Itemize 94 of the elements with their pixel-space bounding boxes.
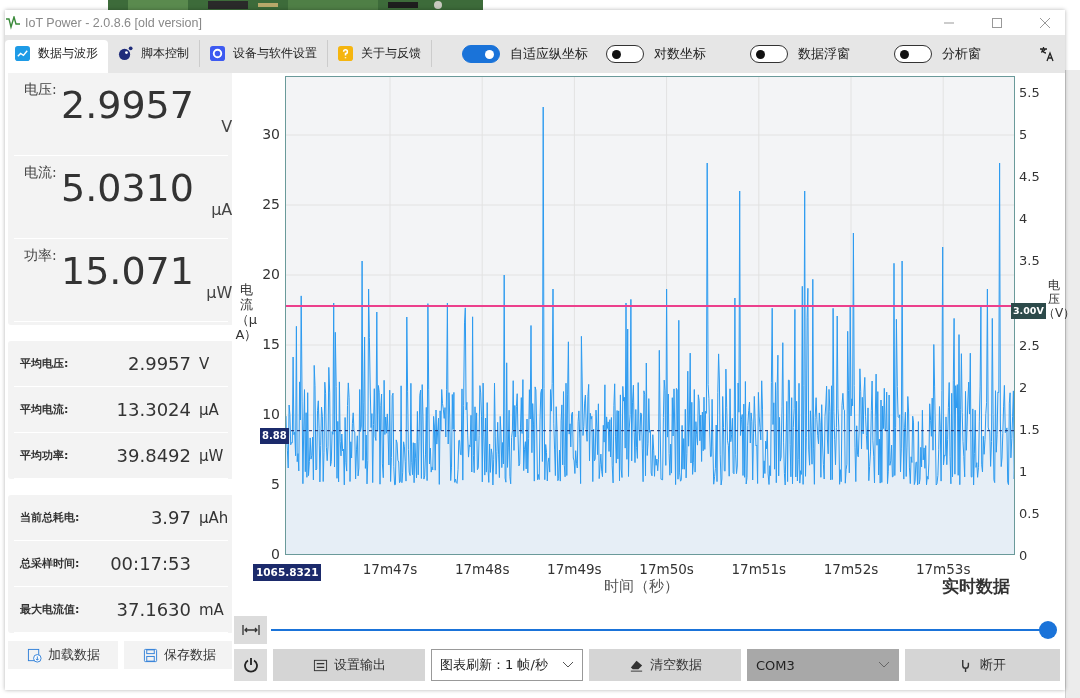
save-icon: [142, 647, 158, 663]
download-icon: [26, 647, 42, 663]
tab[interactable]: 关于与反馈: [328, 40, 432, 67]
toggle-label: 数据浮窗: [798, 45, 850, 63]
y-tick-label: 0: [1019, 548, 1028, 564]
moon-icon: [118, 46, 133, 61]
reading-unit: V: [221, 117, 233, 136]
y-tick-label: 25: [261, 196, 280, 212]
toggle-switch[interactable]: [462, 45, 500, 63]
stat-unit: V: [199, 354, 210, 373]
save-data-button[interactable]: 保存数据: [124, 641, 235, 669]
toggle-label: 对数坐标: [654, 45, 706, 63]
fit-width-icon: [241, 624, 260, 636]
stat-label: 平均电压:: [19, 356, 70, 371]
y-tick-label: 20: [261, 266, 280, 282]
stat-label: 最大电流值:: [19, 602, 81, 617]
y-tick-label: 30: [261, 126, 280, 142]
value-marker: 3.00V: [1011, 303, 1046, 319]
toolbar-button[interactable]: 清空数据: [589, 649, 741, 681]
caret-icon: [878, 661, 890, 669]
stat-unit: μW: [199, 446, 224, 465]
maximize-icon[interactable]: [991, 16, 1003, 29]
reading-value: 15.071: [61, 249, 194, 293]
value-marker: 8.88: [260, 427, 289, 444]
y-tick-label: 10: [261, 406, 280, 422]
refresh-dropdown[interactable]: 图表刷新：1 帧/秒: [431, 649, 583, 681]
reading-value: 5.0310: [61, 166, 194, 210]
help-icon: [338, 46, 353, 61]
x-tick-label: 17m48s: [453, 561, 511, 577]
fit-button[interactable]: [234, 616, 267, 644]
gear-icon: [210, 46, 225, 61]
load-data-button[interactable]: 加载数据: [8, 641, 119, 669]
x-tick-label: 17m47s: [361, 561, 419, 577]
y-tick-label: 5: [1019, 127, 1028, 143]
reading-value: 2.9957: [61, 83, 194, 127]
tab[interactable]: 数据与波形: [5, 40, 108, 73]
sliders-icon: [312, 657, 328, 673]
stat-value: 2.9957: [127, 353, 191, 374]
window-title: IoT Power - 2.0.8.6 [old version]: [25, 15, 202, 30]
y-tick-label: 4: [1019, 211, 1028, 228]
translate-icon[interactable]: [1039, 46, 1055, 62]
y-tick-label: 0.5: [1019, 505, 1040, 522]
tab[interactable]: 脚本控制: [108, 40, 200, 67]
toggle-switch[interactable]: [750, 45, 788, 63]
y-tick-label: 4.5: [1019, 169, 1040, 186]
toolbar-button[interactable]: 设置输出: [273, 649, 425, 681]
toggle-switch[interactable]: [606, 45, 644, 63]
chart-icon: [15, 46, 30, 61]
toggle-switch[interactable]: [894, 45, 932, 63]
stat-label: 平均电流:: [19, 402, 70, 417]
y-tick-label: 5.5: [1019, 84, 1040, 101]
stat-unit: μAh: [199, 508, 229, 527]
y-tick-label: 5: [270, 476, 280, 492]
close-icon[interactable]: [1039, 16, 1051, 29]
stat-unit: mA: [199, 600, 224, 619]
reading-label: 电压:: [24, 81, 57, 99]
reading-unit: μA: [211, 200, 233, 219]
y-tick-label: 2: [1019, 379, 1028, 396]
mode-label: 实时数据: [942, 575, 1010, 598]
reading-unit: μW: [206, 283, 233, 302]
y-tick-label: 2.5: [1019, 337, 1040, 354]
stat-label: 平均功率:: [19, 448, 70, 463]
x-tick-label: 17m50s: [638, 561, 695, 577]
y-tick-label: 3.5: [1019, 253, 1040, 270]
stat-label: 当前总耗电:: [19, 510, 81, 525]
x-tick-label: 17m51s: [730, 561, 788, 577]
toggle-label: 分析窗: [942, 45, 981, 63]
wave-icon: [5, 15, 21, 30]
power-icon: [242, 657, 259, 673]
caret-icon: [562, 661, 574, 669]
stat-value: 00:17:53: [109, 553, 191, 574]
x-tick-label: 17m49s: [546, 561, 603, 577]
x-tick-label: 17m52s: [822, 561, 880, 577]
stat-value: 3.97: [149, 507, 191, 528]
stat-value: 13.3024: [115, 399, 191, 420]
port-dropdown[interactable]: COM3: [747, 649, 899, 681]
axis-title: 电流（μA）: [234, 283, 259, 343]
cursor-marker: 1065.8321: [253, 564, 322, 581]
toggle-label: 自适应纵坐标: [510, 45, 588, 63]
stat-value: 37.1630: [115, 599, 191, 620]
reading-label: 电流:: [24, 164, 57, 182]
stat-value: 39.8492: [115, 445, 191, 466]
stat-label: 总采样时间:: [18, 556, 81, 571]
y-tick-label: 1: [1019, 463, 1028, 480]
x-tick-label: 17m53s: [914, 561, 972, 577]
tab[interactable]: 设备与软件设置: [200, 40, 328, 67]
y-tick-label: 15: [261, 336, 280, 352]
axis-title: 时间（秒）: [604, 577, 679, 596]
stat-unit: μA: [199, 400, 219, 419]
y-tick-label: 1.5: [1019, 421, 1040, 438]
power-button[interactable]: [234, 649, 267, 681]
y-tick-label: 0: [270, 546, 280, 562]
toolbar-button[interactable]: 断开: [905, 649, 1060, 681]
reading-label: 功率:: [24, 247, 57, 265]
